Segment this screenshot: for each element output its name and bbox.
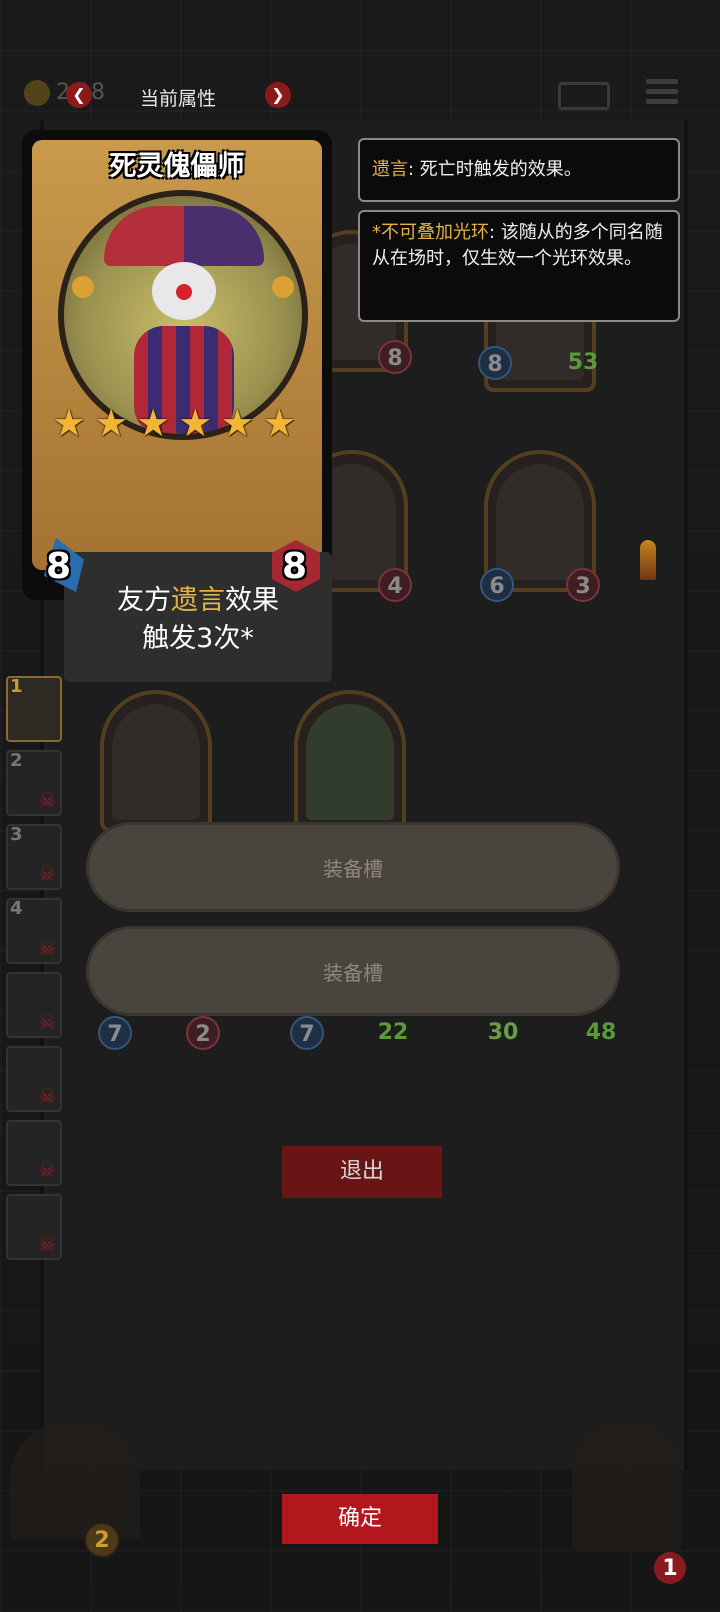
star-icon: ★	[178, 401, 213, 445]
confirm-button[interactable]: 确定	[282, 1494, 438, 1544]
unit-card: 死灵傀儡师 友方遗言效果 触发3次* ★ ★ ★ ★ ★ ★	[22, 130, 332, 682]
star-icon: ★	[136, 401, 171, 445]
unit-health-badge: 48	[585, 1020, 617, 1045]
gold-coin-icon	[24, 80, 50, 106]
card-name: 死灵傀儡师	[109, 151, 245, 182]
unit-health-badge: 3	[566, 568, 600, 602]
exit-button[interactable]: 退出	[282, 1146, 442, 1198]
star-rating: ★ ★ ★ ★ ★ ★	[52, 404, 322, 442]
page-title: 当前属性	[140, 88, 217, 110]
unit-health-badge: 22	[377, 1020, 409, 1045]
torch-icon	[640, 540, 656, 580]
skull-icon: ☠	[38, 1084, 56, 1108]
skull-icon: ☠	[38, 788, 56, 812]
unit-attack-badge: 8	[478, 346, 512, 380]
roster-item[interactable]: 3 ☠	[6, 824, 62, 890]
unit-health-badge: 4	[378, 568, 412, 602]
hero-portrait[interactable]	[572, 1420, 682, 1550]
unit-attack-badge: 7	[290, 1016, 324, 1050]
skull-icon: ☠	[38, 862, 56, 886]
star-icon: ★	[52, 401, 87, 445]
skull-icon: ☠	[38, 936, 56, 960]
unit-health-badge: 53	[567, 350, 599, 375]
roster-item[interactable]: ☠	[6, 972, 62, 1038]
board-unit[interactable]	[294, 690, 406, 832]
star-icon: ★	[94, 401, 129, 445]
unit-health-badge: 2	[186, 1016, 220, 1050]
star-icon: ★	[220, 401, 255, 445]
menu-icon[interactable]	[646, 74, 678, 109]
star-icon: ★	[262, 401, 297, 445]
roster-item[interactable]: ☠	[6, 1194, 62, 1260]
chevron-left-icon: ❮	[72, 85, 86, 104]
skull-icon: ☠	[38, 1158, 56, 1182]
battery-icon	[558, 82, 610, 110]
shop-tower[interactable]	[10, 1420, 140, 1540]
chevron-right-icon: ❯	[271, 85, 285, 104]
tooltip-deathrattle: 遗言: 死亡时触发的效果。	[358, 138, 680, 202]
unit-health-badge: 8	[378, 340, 412, 374]
roster-item[interactable]: 1	[6, 676, 62, 742]
unit-attack-badge: 7	[98, 1016, 132, 1050]
unit-attack-badge: 6	[480, 568, 514, 602]
unit-attack-badge: 30	[487, 1020, 519, 1045]
card-attack: 8	[46, 546, 72, 587]
roster-item[interactable]: 2 ☠	[6, 750, 62, 816]
equipment-slot-2[interactable]: 装备槽	[86, 926, 620, 1016]
roster-item[interactable]: 4 ☠	[6, 898, 62, 964]
skull-icon: ☠	[38, 1010, 56, 1034]
card-health: 8	[282, 546, 308, 587]
equipment-slot-1[interactable]: 装备槽	[86, 822, 620, 912]
prev-page-button[interactable]: ❮	[66, 82, 92, 108]
next-page-button[interactable]: ❯	[265, 82, 291, 108]
keyword-deathrattle: 遗言	[171, 585, 225, 616]
roster-item[interactable]: ☠	[6, 1120, 62, 1186]
skull-icon: ☠	[38, 1232, 56, 1256]
hero-health-badge: 1	[654, 1552, 686, 1584]
tooltip-aura: *不可叠加光环: 该随从的多个同名随从在场时，仅生效一个光环效果。	[358, 210, 680, 322]
tavern-level-badge: 2	[84, 1522, 120, 1558]
roster-item[interactable]: ☠	[6, 1046, 62, 1112]
board-unit[interactable]	[100, 690, 212, 832]
